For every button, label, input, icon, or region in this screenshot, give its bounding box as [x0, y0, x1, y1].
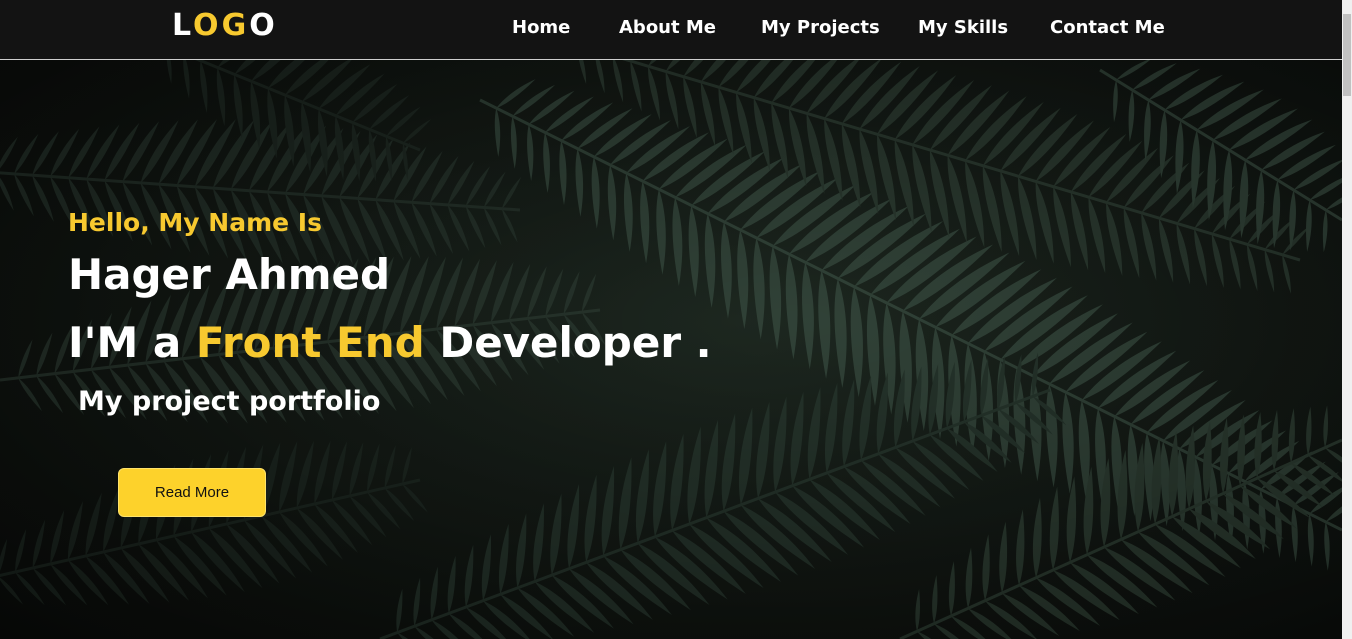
- nav-link-home[interactable]: Home: [512, 17, 570, 38]
- hero-name: Hager Ahmed: [68, 250, 391, 299]
- scrollbar-thumb[interactable]: [1343, 14, 1351, 96]
- hero-section: Hello, My Name Is Hager Ahmed I'M a Fron…: [0, 60, 1342, 639]
- hero-role: I'M a Front End Developer .: [68, 318, 712, 367]
- read-more-button[interactable]: Read More: [118, 468, 266, 517]
- nav-link-my-projects[interactable]: My Projects: [761, 17, 880, 38]
- role-prefix: I'M a: [68, 318, 182, 367]
- nav-link-my-skills[interactable]: My Skills: [918, 17, 1008, 38]
- nav-link-contact-me[interactable]: Contact Me: [1050, 17, 1165, 38]
- nav-links: Home About Me My Projects My Skills Cont…: [0, 17, 1342, 41]
- hero-greeting: Hello, My Name Is: [68, 208, 322, 237]
- role-suffix: Developer .: [439, 318, 712, 367]
- top-navbar: LOGO Home About Me My Projects My Skills…: [0, 0, 1342, 60]
- role-highlight: Front End: [195, 318, 425, 367]
- nav-link-about-me[interactable]: About Me: [619, 17, 716, 38]
- hero-subtitle: My project portfolio: [78, 386, 381, 417]
- scrollbar[interactable]: [1342, 0, 1352, 639]
